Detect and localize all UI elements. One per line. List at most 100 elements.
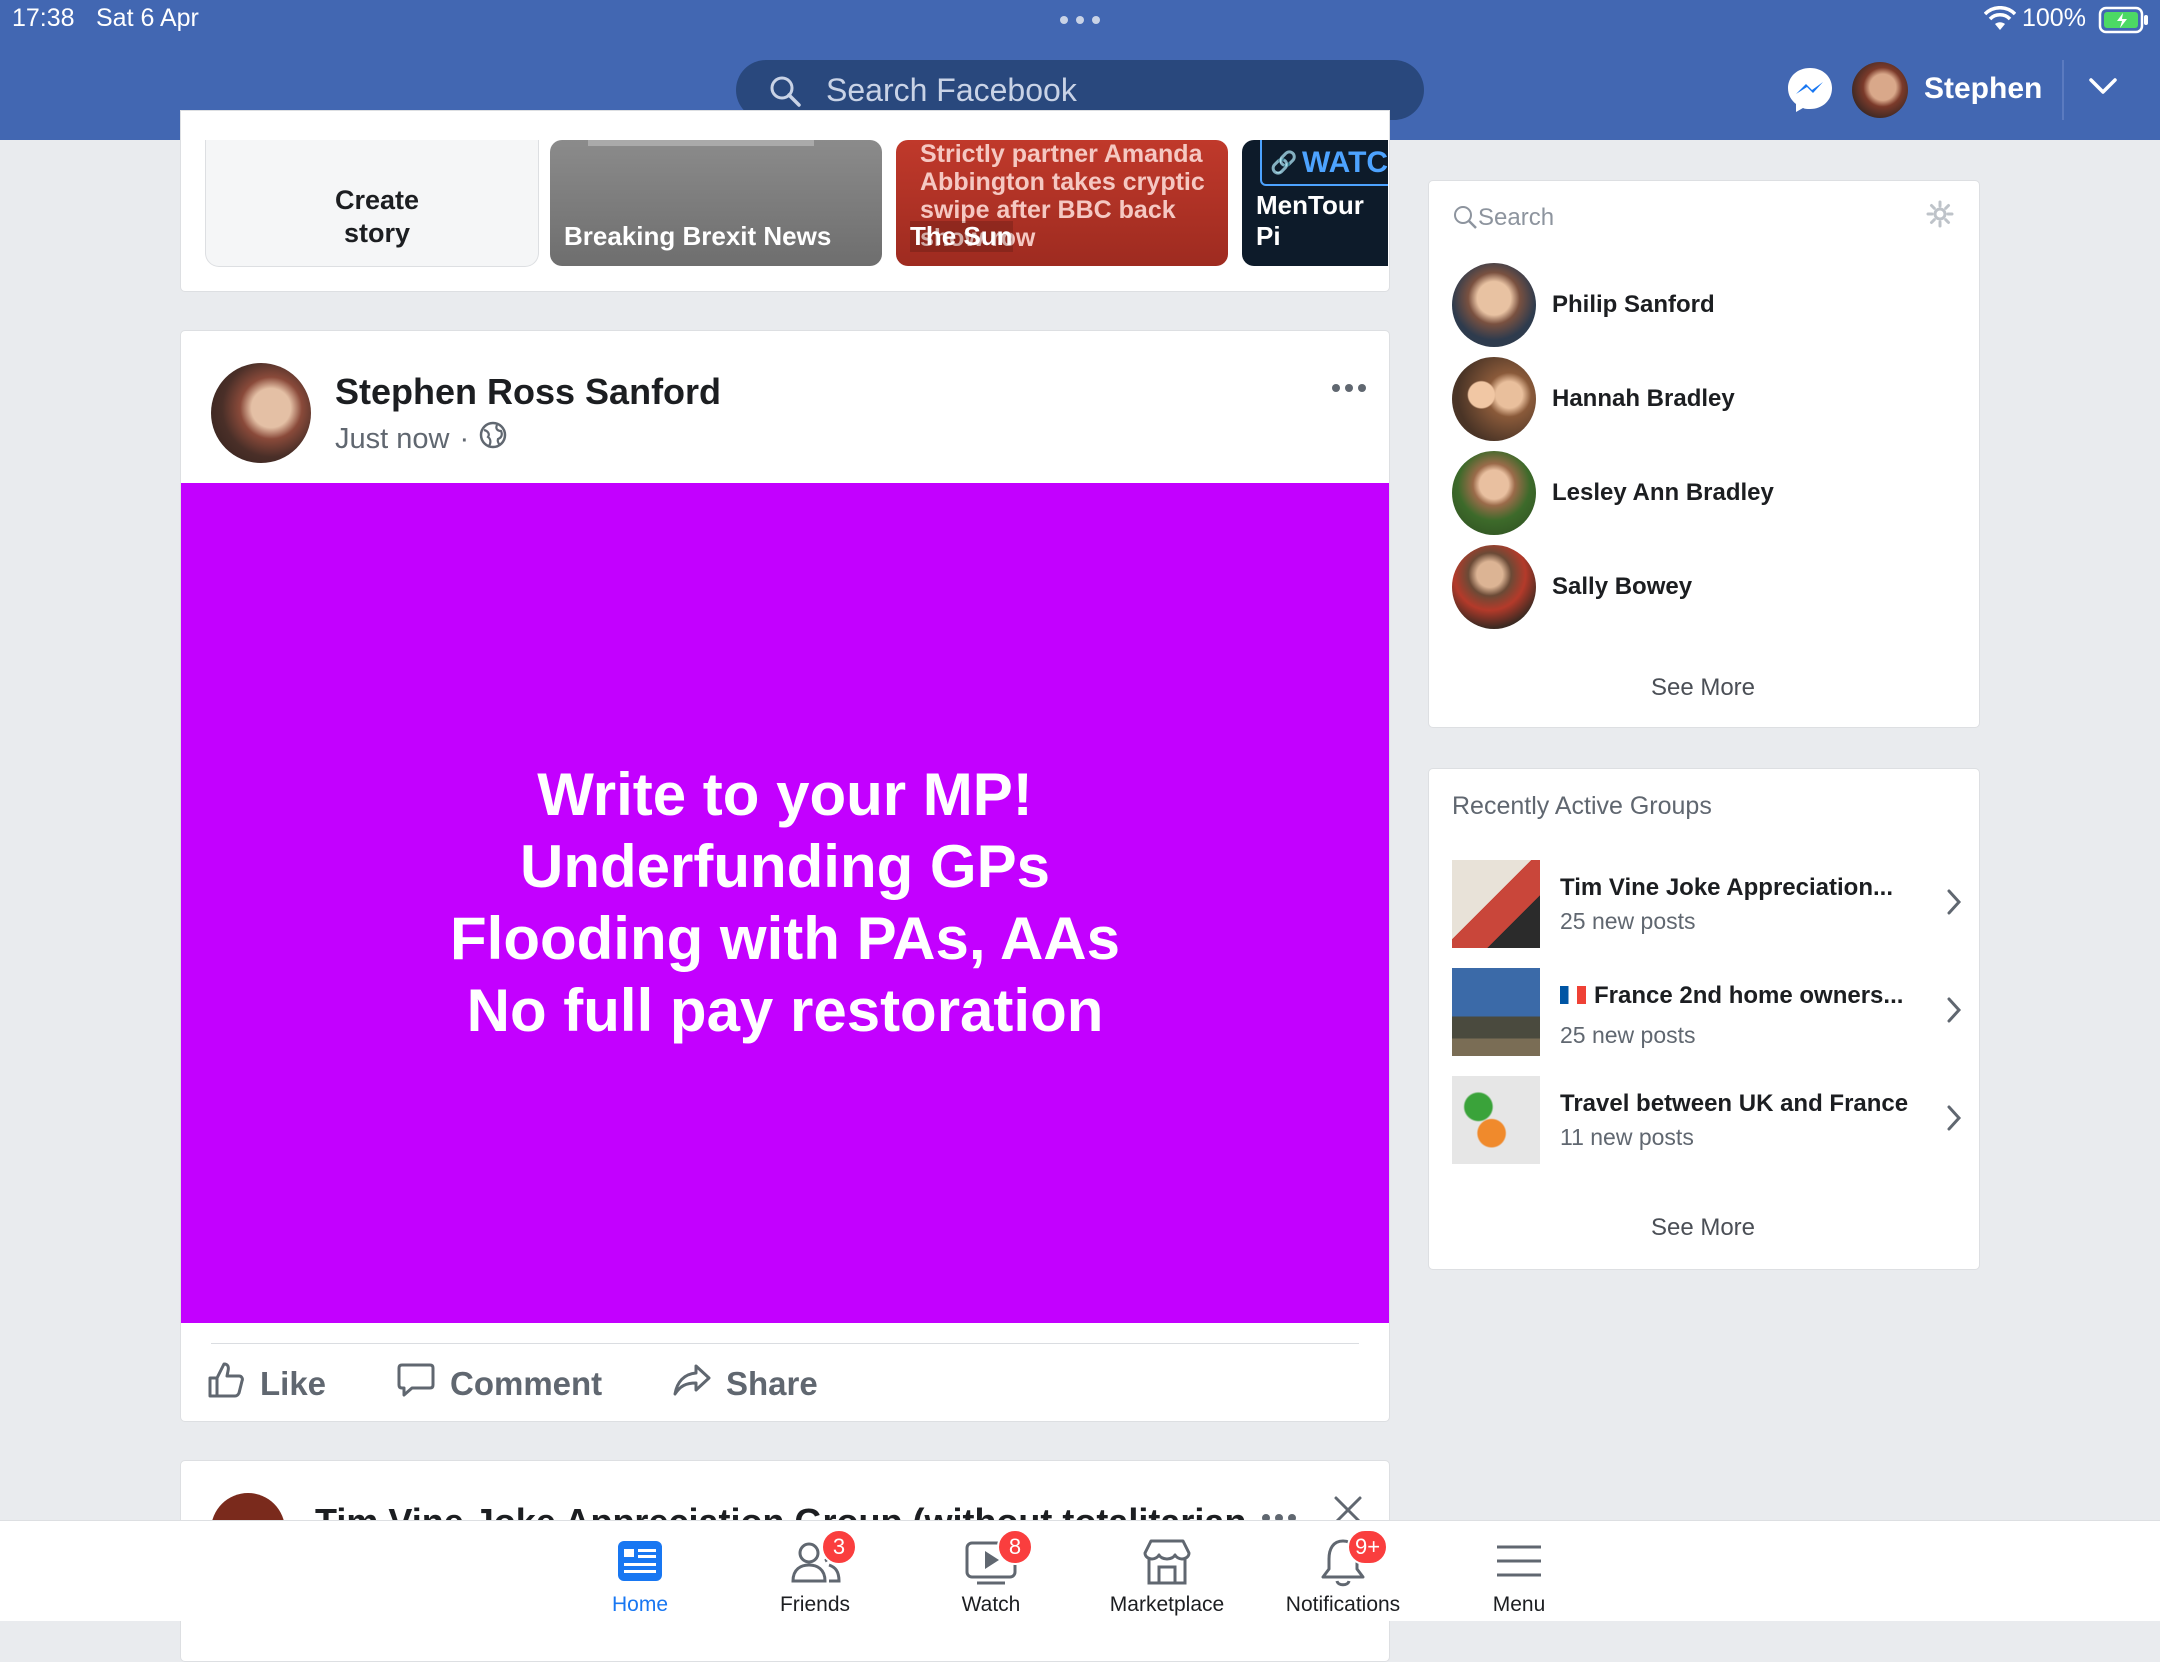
group-name-row: France 2nd home owners... [1560, 982, 1903, 1010]
chevron-right-icon [1946, 996, 1962, 1029]
contacts-search[interactable]: Search [1452, 200, 1954, 235]
group-thumbnail [1452, 860, 1540, 948]
contact-name: Philip Sanford [1552, 291, 1715, 318]
tab-label: Home [611, 1593, 669, 1616]
france-flag-icon [1560, 986, 1586, 1004]
create-story-label: Create story [334, 185, 420, 248]
story-create[interactable]: Create story [205, 140, 539, 267]
avatar [1452, 357, 1536, 441]
story-the-sun[interactable]: Strictly partner Amanda Abbington takes … [896, 140, 1228, 266]
contact-item[interactable]: Sally Bowey [1452, 544, 1692, 630]
action-divider [211, 1343, 1359, 1344]
contact-name: Lesley Ann Bradley [1552, 479, 1774, 506]
avatar [1452, 451, 1536, 535]
chevron-right-icon [1946, 1104, 1962, 1137]
comment-label: Comment [450, 1365, 603, 1402]
battery-icon [2098, 6, 2150, 39]
tab-notifications[interactable]: 9+ Notifications [1263, 1521, 1423, 1621]
watch-label: WATCH [1302, 146, 1388, 179]
post-colored-background[interactable]: Write to your MP! Underfunding GPs Flood… [181, 483, 1389, 1323]
battery-percent: 100% [2022, 4, 2086, 32]
story-label: MenTour Pi [1256, 190, 1364, 251]
tab-label: Friends [779, 1593, 851, 1616]
post-author-avatar[interactable] [211, 363, 311, 463]
watch-badge: 🔗 WATCH [1260, 140, 1388, 186]
tab-marketplace[interactable]: Marketplace [1087, 1521, 1247, 1621]
thumbs-up-icon [206, 1360, 246, 1408]
notification-badge: 9+ [1347, 1529, 1389, 1565]
post-card: Stephen Ross Sanford Just now · Write to… [180, 330, 1390, 1422]
tab-label: Notifications [1285, 1593, 1401, 1616]
group-item[interactable]: France 2nd home owners... 25 new posts [1452, 968, 1962, 1058]
search-icon [1452, 204, 1478, 235]
tab-friends[interactable]: 3 Friends [735, 1521, 895, 1621]
comment-button[interactable]: Comment [396, 1360, 602, 1408]
like-label: Like [260, 1365, 327, 1402]
contact-item[interactable]: Hannah Bradley [1452, 356, 1735, 442]
home-icon [612, 1537, 668, 1589]
contact-name: Sally Bowey [1552, 573, 1693, 600]
chevron-right-icon [1946, 888, 1962, 921]
chevron-down-icon[interactable] [2088, 76, 2118, 101]
group-thumbnail [1452, 968, 1540, 1056]
group-thumbnail [1452, 1076, 1540, 1164]
group-name: Travel between UK and France [1560, 1090, 1909, 1117]
search-placeholder: Search Facebook [826, 72, 1077, 108]
post-text-line: Underfunding GPs [520, 833, 1050, 900]
link-icon: 🔗 [1270, 150, 1298, 175]
contact-name: Hannah Bradley [1552, 385, 1735, 412]
groups-see-more[interactable]: See More [1428, 1214, 1978, 1242]
contacts-search-placeholder: Search [1478, 204, 1555, 231]
notification-badge: 3 [821, 1529, 857, 1565]
tab-menu[interactable]: Menu [1439, 1521, 1599, 1621]
menu-icon [1491, 1537, 1547, 1589]
status-date: Sat 6 Apr [96, 4, 199, 32]
group-item[interactable]: Travel between UK and France 11 new post… [1452, 1076, 1962, 1166]
avatar [1452, 263, 1536, 347]
messenger-icon[interactable] [1786, 66, 1834, 119]
post-meta: Just now · [335, 421, 507, 457]
user-name[interactable]: Stephen [1924, 72, 2042, 106]
status-time: 17:38 [12, 4, 75, 32]
post-author-name[interactable]: Stephen Ross Sanford [335, 371, 721, 413]
contacts-see-more[interactable]: See More [1428, 674, 1978, 702]
group-name: France 2nd home owners... [1594, 982, 1904, 1009]
share-label: Share [726, 1365, 818, 1402]
tab-label: Menu [1492, 1593, 1546, 1616]
story-thumb-bar [588, 140, 814, 146]
group-new-posts: 25 new posts [1560, 908, 1696, 934]
tab-watch[interactable]: 8 Watch [911, 1521, 1071, 1621]
multitask-dots[interactable] [1056, 8, 1104, 32]
group-item[interactable]: Tim Vine Joke Appreciation... 25 new pos… [1452, 860, 1962, 950]
globe-icon [479, 421, 507, 457]
post-text-line: Flooding with PAs, AAs [450, 905, 1120, 972]
user-avatar[interactable] [1852, 62, 1908, 118]
groups-title: Recently Active Groups [1452, 792, 1712, 820]
post-time: Just now [335, 422, 450, 455]
more-options-icon[interactable] [1331, 381, 1367, 399]
separator-dot: · [459, 422, 470, 455]
gear-icon[interactable] [1926, 200, 1954, 233]
bottom-tab-bar: Home 3 Friends 8 Watch Marketplace 9+ No… [0, 1520, 2160, 1621]
notification-badge: 8 [997, 1529, 1033, 1565]
post-text-line: No full pay restoration [466, 977, 1104, 1044]
tab-label: Marketplace [1109, 1593, 1225, 1616]
contact-item[interactable]: Lesley Ann Bradley [1452, 450, 1774, 536]
comment-icon [396, 1360, 436, 1408]
contact-item[interactable]: Philip Sanford [1452, 262, 1715, 348]
story-brexit-news[interactable]: Breaking Brexit News [550, 140, 882, 266]
story-label: The Sun [910, 221, 1013, 252]
story-mentour[interactable]: 🔗 WATCH MenTour Pi [1242, 140, 1388, 266]
share-button[interactable]: Share [672, 1360, 818, 1408]
like-button[interactable]: Like [206, 1360, 326, 1408]
group-new-posts: 11 new posts [1560, 1124, 1694, 1150]
group-new-posts: 25 new posts [1560, 1022, 1696, 1048]
tab-home[interactable]: Home [560, 1521, 720, 1621]
story-label: Breaking Brexit News [564, 221, 832, 251]
post-text-line: Write to your MP! [537, 761, 1033, 828]
wifi-icon [1983, 6, 2017, 37]
header-divider [2062, 60, 2064, 120]
tab-label: Watch [961, 1593, 1021, 1616]
search-icon [768, 74, 802, 113]
avatar [1452, 545, 1536, 629]
